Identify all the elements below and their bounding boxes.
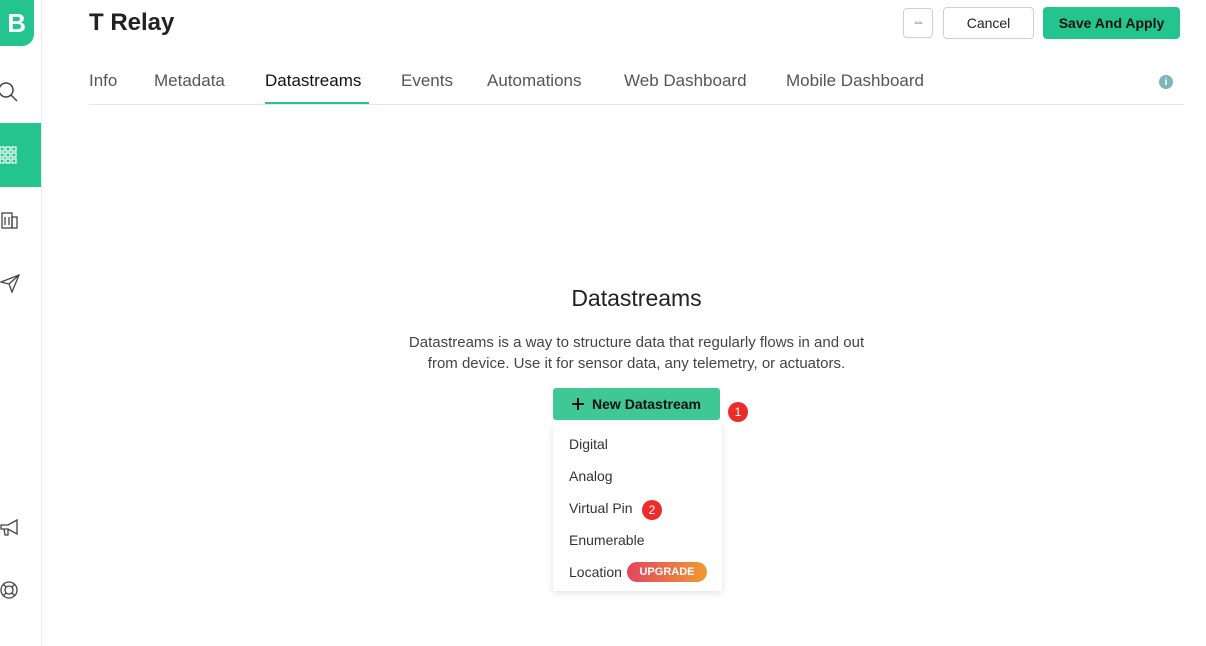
- tab-automations[interactable]: Automations: [487, 71, 582, 91]
- description-line-1: Datastreams is a way to structure data t…: [408, 334, 865, 351]
- tab-info[interactable]: Info: [89, 71, 117, 91]
- cancel-button[interactable]: Cancel: [943, 7, 1034, 39]
- upgrade-badge[interactable]: UPGRADE: [627, 562, 707, 582]
- save-and-apply-button[interactable]: Save And Apply: [1043, 7, 1180, 39]
- active-tab-indicator: [265, 102, 369, 104]
- datastream-type-menu: Digital Analog Virtual Pin 2 Enumerable …: [553, 424, 722, 591]
- sidebar-item-help[interactable]: [0, 570, 41, 610]
- sidebar-item-search[interactable]: [0, 72, 41, 112]
- tab-mobile-dashboard[interactable]: Mobile Dashboard: [786, 71, 924, 91]
- plus-icon: [572, 398, 585, 410]
- menu-item-location[interactable]: Location: [569, 564, 622, 580]
- step-badge: 2: [642, 500, 662, 520]
- tab-datastreams[interactable]: Datastreams: [265, 71, 361, 91]
- megaphone-icon: [0, 518, 18, 536]
- lifebuoy-icon: [0, 581, 18, 599]
- search-icon: [0, 82, 18, 102]
- new-datastream-label: New Datastream: [592, 396, 701, 412]
- tab-events[interactable]: Events: [401, 71, 453, 91]
- menu-item-analog[interactable]: Analog: [569, 468, 613, 484]
- empty-state-heading: Datastreams: [571, 285, 702, 311]
- page-title: T Relay: [89, 9, 175, 36]
- app-logo[interactable]: B: [0, 0, 34, 46]
- empty-state-description: Datastreams is a way to structure data t…: [380, 332, 893, 374]
- step-badge: 1: [728, 402, 748, 422]
- building-icon: [1, 212, 18, 229]
- description-line-2: from device. Use it for sensor data, any…: [427, 355, 846, 372]
- more-options-button[interactable]: ◦◦◦: [903, 8, 933, 38]
- menu-item-virtual-pin[interactable]: Virtual Pin: [569, 500, 633, 516]
- sidebar-item-templates[interactable]: [0, 123, 41, 187]
- sidebar-item-organizations[interactable]: [0, 200, 41, 240]
- tab-web-dashboard[interactable]: Web Dashboard: [624, 71, 747, 91]
- tab-metadata[interactable]: Metadata: [154, 71, 225, 91]
- sidebar-item-announcements[interactable]: [0, 508, 41, 548]
- menu-item-digital[interactable]: Digital: [569, 436, 608, 452]
- tab-bar: Info Metadata Datastreams Events Automat…: [89, 62, 1184, 105]
- grid-icon: [0, 146, 17, 164]
- info-icon[interactable]: i: [1159, 75, 1173, 89]
- sidebar: B: [0, 0, 42, 646]
- new-datastream-button[interactable]: New Datastream: [553, 388, 720, 420]
- menu-item-enumerable[interactable]: Enumerable: [569, 532, 645, 548]
- more-dots-icon: ◦◦◦: [914, 17, 923, 29]
